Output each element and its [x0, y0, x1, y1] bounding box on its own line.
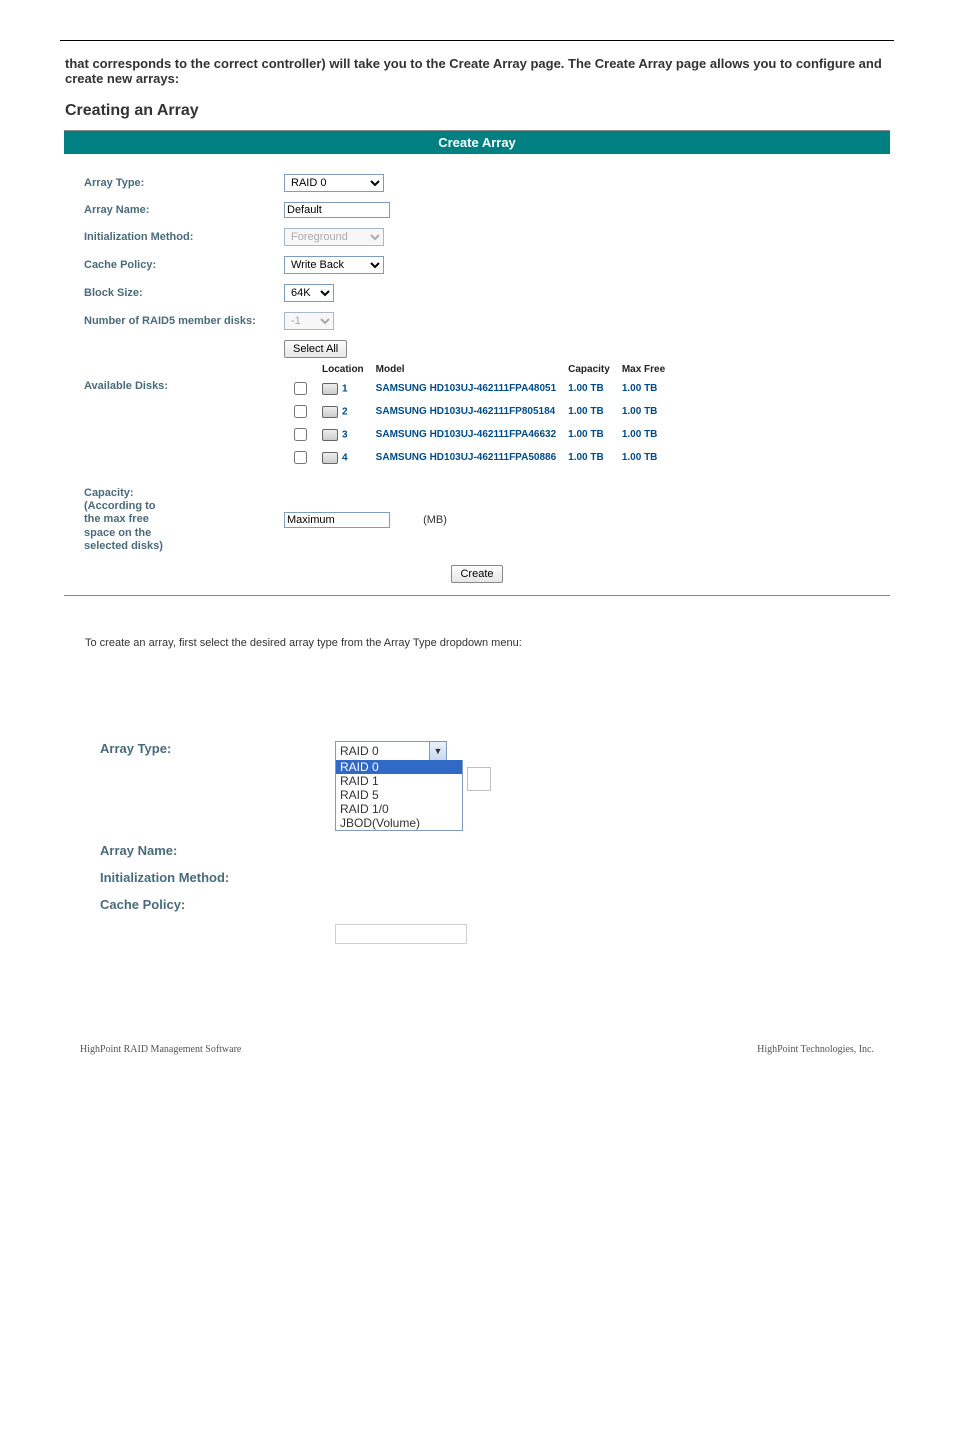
- disk-max-free: 1.00 TB: [616, 446, 671, 469]
- th-location: Location: [316, 362, 370, 377]
- label-array-type: Array Type:: [84, 177, 284, 189]
- table-row: 2SAMSUNG HD103UJ-462111FP8051841.00 TB1.…: [284, 400, 671, 423]
- combo-side-rect: [467, 767, 491, 791]
- disk-capacity: 1.00 TB: [562, 400, 616, 423]
- disk-icon: [322, 452, 338, 464]
- block-size-select[interactable]: 64K: [284, 284, 334, 302]
- chevron-down-icon[interactable]: ▼: [429, 742, 446, 760]
- disk-location: 4: [342, 452, 348, 463]
- combo-selected-text: RAID 0: [336, 742, 429, 760]
- raid5-members-select: -1: [284, 312, 334, 330]
- disk-table: Location Model Capacity Max Free 1 SAMSUN…: [284, 362, 671, 469]
- disk-max-free: 1.00 TB: [616, 377, 671, 400]
- table-row: 1SAMSUNG HD103UJ-462111FPA480511.00 TB1.…: [284, 377, 671, 400]
- table-row: 3SAMSUNG HD103UJ-462111FPA466321.00 TB1.…: [284, 423, 671, 446]
- capacity-input[interactable]: [284, 512, 390, 528]
- array-type-option[interactable]: JBOD(Volume): [336, 816, 462, 830]
- label-raid5-members: Number of RAID5 member disks:: [84, 315, 284, 327]
- disk-max-free: 1.00 TB: [616, 423, 671, 446]
- disk-capacity: 1.00 TB: [562, 446, 616, 469]
- disk-model: SAMSUNG HD103UJ-462111FP805184: [370, 400, 562, 423]
- array-type-dropdown-expanded: Array Type: RAID 0 ▼ RAID 0RAID 1RAID 5R…: [100, 741, 854, 944]
- create-array-panel: Create Array Array Type: RAID 0 Array Na…: [64, 130, 890, 596]
- page-footer: HighPoint RAID Management Software HighP…: [80, 1044, 874, 1055]
- select-all-button[interactable]: Select All: [284, 340, 347, 358]
- th-model: Model: [370, 362, 562, 377]
- disk-location: 1: [342, 383, 348, 394]
- th-capacity: Capacity: [562, 362, 616, 377]
- disk-capacity: 1.00 TB: [562, 377, 616, 400]
- exp-label-array-name: Array Name:: [100, 843, 335, 858]
- init-method-select: Foreground: [284, 228, 384, 246]
- ghost-select: [335, 924, 467, 944]
- disk-max-free: 1.00 TB: [616, 400, 671, 423]
- array-type-combo[interactable]: RAID 0 ▼ RAID 0RAID 1RAID 5RAID 1/0JBOD(…: [335, 741, 463, 831]
- label-available-disks: Available Disks:: [84, 380, 284, 392]
- disk-checkbox[interactable]: [294, 405, 307, 418]
- footer-right: HighPoint Technologies, Inc.: [757, 1044, 874, 1055]
- page-intro: that corresponds to the correct controll…: [65, 56, 889, 86]
- disk-location: 2: [342, 406, 348, 417]
- array-type-option[interactable]: RAID 1/0: [336, 802, 462, 816]
- cache-policy-select[interactable]: Write Back: [284, 256, 384, 274]
- panel-title: Create Array: [64, 131, 890, 154]
- label-cache-policy: Cache Policy:: [84, 259, 284, 271]
- exp-label-init-method: Initialization Method:: [100, 870, 335, 885]
- array-type-select[interactable]: RAID 0: [284, 174, 384, 192]
- disk-icon: [322, 383, 338, 395]
- page-top-rule: [60, 40, 894, 41]
- disk-capacity: 1.00 TB: [562, 423, 616, 446]
- array-name-input[interactable]: [284, 202, 390, 218]
- label-block-size: Block Size:: [84, 287, 284, 299]
- array-type-option[interactable]: RAID 0: [336, 760, 462, 774]
- array-type-option[interactable]: RAID 5: [336, 788, 462, 802]
- array-type-options[interactable]: RAID 0RAID 1RAID 5RAID 1/0JBOD(Volume): [335, 760, 463, 831]
- disk-model: SAMSUNG HD103UJ-462111FPA46632: [370, 423, 562, 446]
- disk-model: SAMSUNG HD103UJ-462111FPA48051: [370, 377, 562, 400]
- footer-left: HighPoint RAID Management Software: [80, 1044, 241, 1055]
- label-init-method: Initialization Method:: [84, 231, 284, 243]
- heading-create-array: Creating an Array: [65, 102, 889, 120]
- disk-checkbox[interactable]: [294, 382, 307, 395]
- exp-label-array-type: Array Type:: [100, 741, 335, 756]
- disk-icon: [322, 429, 338, 441]
- disk-checkbox[interactable]: [294, 451, 307, 464]
- table-row: 4SAMSUNG HD103UJ-462111FPA508861.00 TB1.…: [284, 446, 671, 469]
- label-mb: (MB): [423, 514, 447, 526]
- disk-model: SAMSUNG HD103UJ-462111FPA50886: [370, 446, 562, 469]
- exp-label-cache-policy: Cache Policy:: [100, 897, 335, 912]
- disk-location: 3: [342, 429, 348, 440]
- disk-checkbox[interactable]: [294, 428, 307, 441]
- create-button[interactable]: Create: [451, 565, 502, 583]
- th-max-free: Max Free: [616, 362, 671, 377]
- section2-intro: To create an array, first select the des…: [85, 636, 869, 651]
- label-capacity: Capacity:(According tothe max freespace …: [84, 487, 284, 553]
- label-array-name: Array Name:: [84, 204, 284, 216]
- disk-icon: [322, 406, 338, 418]
- array-type-option[interactable]: RAID 1: [336, 774, 462, 788]
